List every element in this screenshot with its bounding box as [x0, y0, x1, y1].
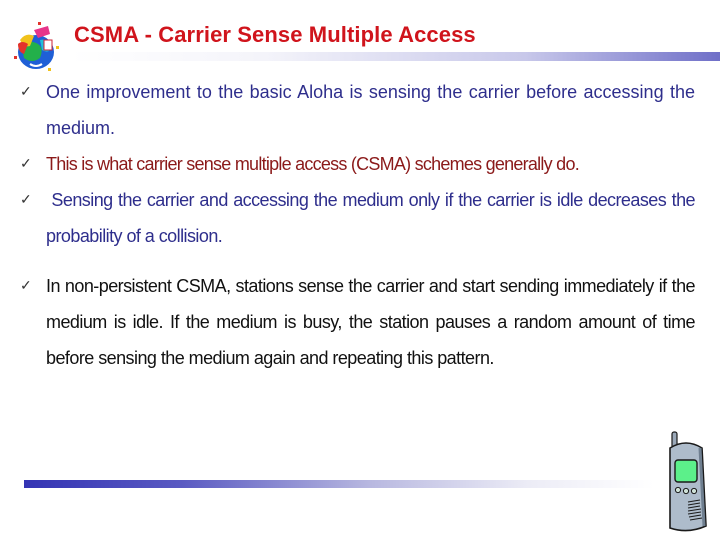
checkmark-icon: ✓ [20, 191, 32, 207]
footer-gradient-rule [24, 480, 654, 488]
checkmark-icon: ✓ [20, 277, 32, 293]
slide-title: CSMA - Carrier Sense Multiple Access [74, 22, 476, 47]
title-underline-rule [70, 52, 720, 61]
checkmark-icon: ✓ [20, 155, 32, 171]
mobile-phone-icon [662, 430, 710, 538]
bullet-text: In non-persistent CSMA, stations sense t… [46, 276, 696, 368]
bullet-text: Sensing the carrier and accessing the me… [46, 190, 700, 246]
bullet-text: One improvement to the basic Aloha is se… [46, 82, 695, 138]
globe-clipart-icon [8, 18, 64, 74]
bullet-text: This is what carrier sense multiple acce… [46, 154, 580, 174]
checkmark-icon: ✓ [20, 83, 32, 99]
